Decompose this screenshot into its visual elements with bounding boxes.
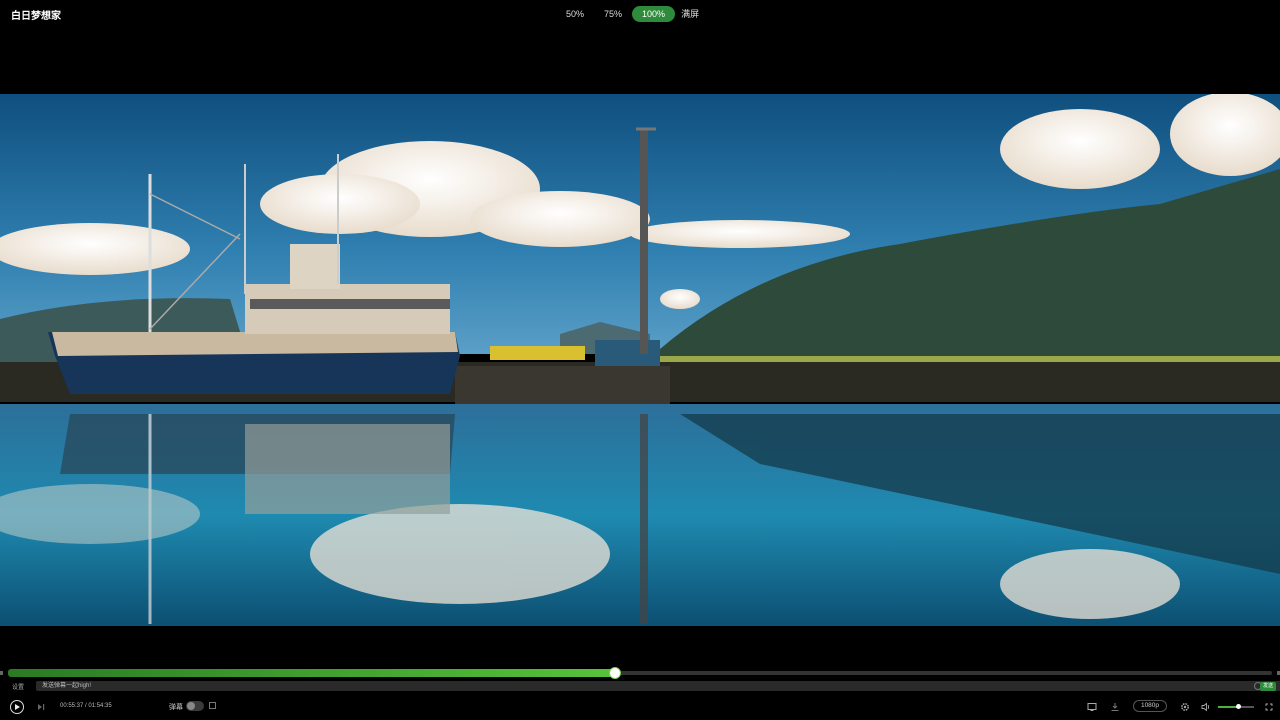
volume-slider[interactable]	[1218, 704, 1254, 709]
quality-button[interactable]: 1080p	[1133, 700, 1167, 712]
volume-icon	[1201, 702, 1210, 712]
video-title: 白日梦想家	[11, 11, 61, 22]
screenshot-button[interactable]	[1086, 701, 1098, 713]
danmu-input[interactable]: 发送弹幕一起high!	[36, 681, 1280, 691]
volume-button[interactable]	[1200, 701, 1212, 713]
progress-fill	[8, 669, 615, 677]
video-frame-image	[0, 94, 1280, 626]
zoom-fullscreen-button[interactable]: 满屏	[675, 6, 709, 22]
danmu-send-row: 设置 发送弹幕一起high! 发送	[8, 680, 1280, 692]
progress-start-mark	[0, 671, 3, 675]
fullscreen-icon	[1265, 703, 1273, 711]
video-frame[interactable]	[0, 94, 1280, 626]
danmu-settings-label[interactable]: 设置	[8, 682, 36, 691]
zoom-75-button[interactable]: 75%	[594, 6, 632, 22]
time-display: 00:55:37 / 01:54:35	[60, 703, 112, 709]
screenshot-icon	[1087, 703, 1097, 711]
control-bar: 00:55:37 / 01:54:35 弹幕 1080p	[0, 696, 1280, 718]
volume-fill	[1218, 706, 1238, 708]
download-button[interactable]	[1109, 701, 1121, 713]
top-bar: 白日梦想家 50% 75% 100% 满屏	[0, 0, 1280, 28]
next-icon	[38, 704, 45, 710]
next-button[interactable]	[36, 702, 46, 712]
zoom-100-button[interactable]: 100%	[632, 6, 676, 22]
play-button[interactable]	[10, 700, 24, 714]
progress-bar[interactable]	[0, 667, 1280, 679]
fullscreen-button[interactable]	[1263, 701, 1275, 713]
gear-icon	[1181, 703, 1189, 711]
time-total: 01:54:35	[88, 703, 112, 709]
danmu-label: 弹幕	[169, 704, 183, 711]
play-icon	[15, 704, 20, 710]
danmu-settings-icon[interactable]	[209, 702, 216, 709]
danmu-send-button[interactable]: 发送	[1260, 681, 1276, 691]
download-icon	[1111, 703, 1119, 711]
progress-knob[interactable]	[609, 667, 621, 679]
settings-button[interactable]	[1179, 701, 1191, 713]
danmu-toggle[interactable]	[186, 701, 204, 711]
volume-knob[interactable]	[1236, 704, 1241, 709]
time-current: 00:55:37	[60, 703, 84, 709]
zoom-50-button[interactable]: 50%	[556, 6, 594, 22]
danmu-toggle-knob	[187, 702, 195, 710]
zoom-selector: 50% 75% 100% 满屏	[556, 6, 709, 22]
